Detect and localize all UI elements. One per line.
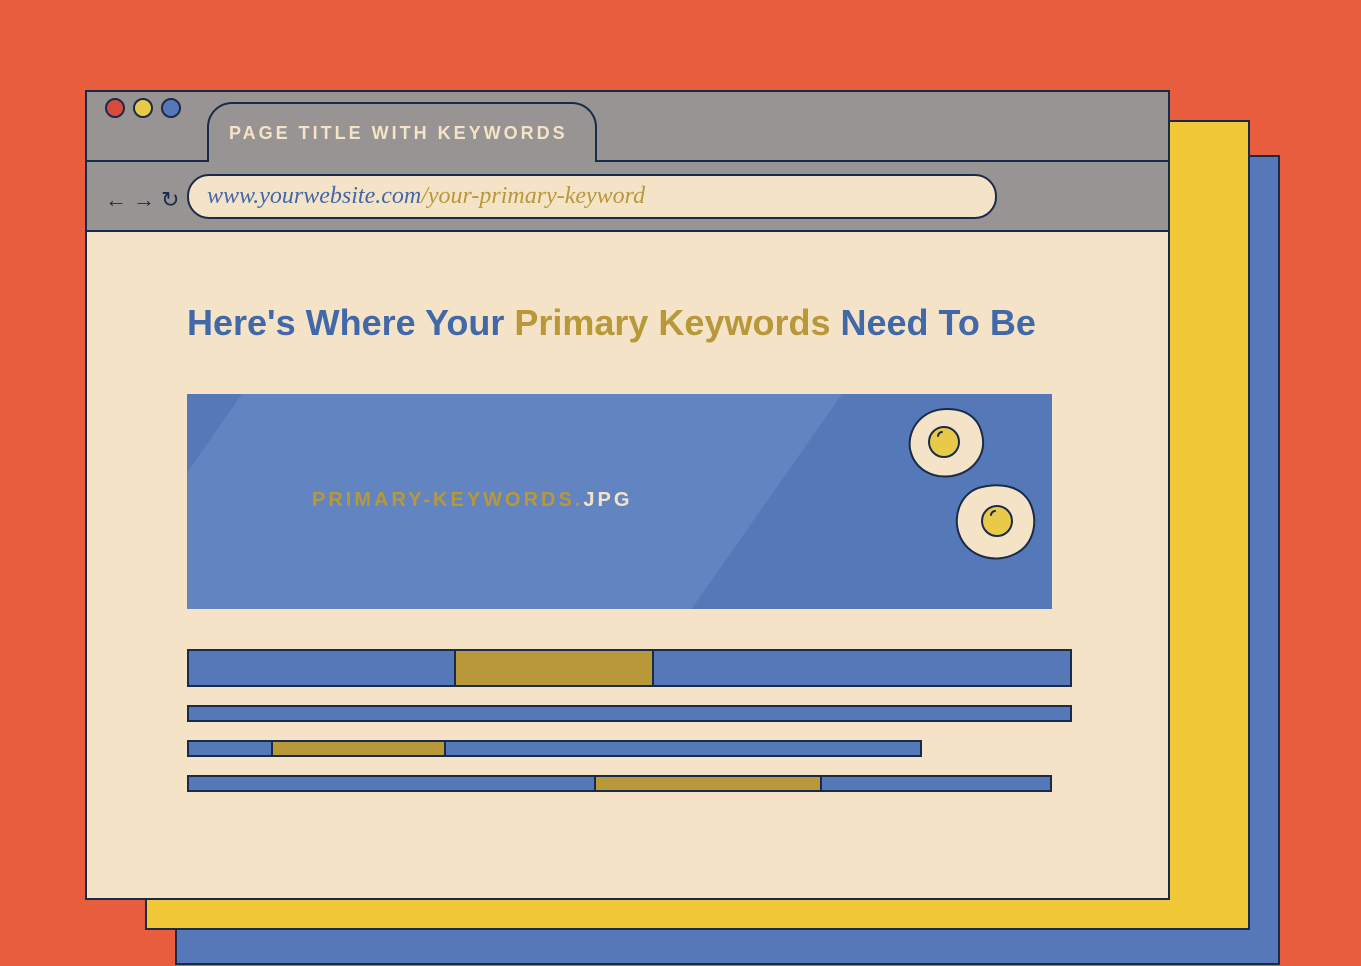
heading-highlight: Primary Keywords	[514, 302, 830, 343]
url-keyword: your-primary-keyword	[428, 183, 645, 210]
text-placeholder-line	[187, 649, 1072, 687]
maximize-icon	[161, 98, 181, 118]
url-slash: /	[421, 183, 428, 210]
url-bar: www.yourwebsite.com/your-primary-keyword	[187, 174, 997, 219]
url-domain: www.yourwebsite.com	[207, 183, 421, 210]
heading-part2: Need To Be	[831, 302, 1036, 343]
refresh-icon: ↻	[161, 187, 179, 213]
egg-icon	[902, 404, 992, 484]
window-controls	[105, 98, 181, 118]
filename-ext: JPG	[583, 489, 632, 511]
forward-icon: →	[133, 187, 155, 213]
egg-icon	[947, 479, 1042, 564]
text-placeholder-line	[187, 740, 922, 757]
browser-tab: PAGE TITLE WITH KEYWORDS	[207, 102, 597, 162]
text-placeholder-line	[187, 705, 1072, 722]
page-content: Here's Where Your Primary Keywords Need …	[87, 232, 1168, 840]
keyword-highlight	[454, 649, 654, 687]
back-icon: ←	[105, 187, 127, 213]
tab-label: PAGE TITLE WITH KEYWORDS	[229, 123, 568, 144]
image-filename: PRIMARY-KEYWORDS.JPG	[312, 489, 632, 512]
footer-brand-text: CoSchedule	[577, 852, 719, 883]
heading-part1: Here's Where Your	[187, 302, 514, 343]
keyword-highlight	[594, 775, 822, 792]
hero-image: PRIMARY-KEYWORDS.JPG	[187, 394, 1052, 609]
browser-chrome: PAGE TITLE WITH KEYWORDS ← → ↻ www.yourw…	[87, 92, 1168, 232]
page-heading: Here's Where Your Primary Keywords Need …	[187, 302, 1068, 344]
minimize-icon	[133, 98, 153, 118]
nav-controls: ← → ↻	[105, 187, 179, 213]
close-icon	[105, 98, 125, 118]
keyword-highlight	[271, 740, 446, 757]
filename-base: PRIMARY-KEYWORDS.	[312, 489, 583, 511]
coschedule-icon	[537, 853, 567, 883]
footer-logo: CoSchedule	[537, 852, 719, 883]
browser-window: PAGE TITLE WITH KEYWORDS ← → ↻ www.yourw…	[85, 90, 1170, 900]
text-placeholder-line	[187, 775, 1052, 792]
